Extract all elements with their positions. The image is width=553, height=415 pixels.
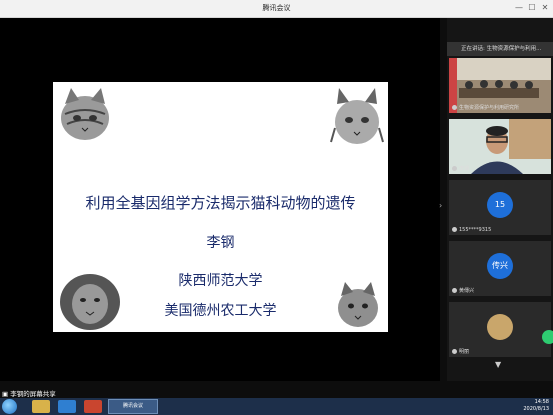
wildcat-image xyxy=(338,282,378,327)
start-menu-icon[interactable] xyxy=(2,399,17,414)
clock-date: 2020/8/13 xyxy=(523,406,549,412)
system-clock[interactable]: 14:58 2020/8/13 xyxy=(523,399,549,413)
mic-icon xyxy=(452,105,457,110)
tile-label: 李钢 xyxy=(459,166,470,172)
video-tile-room[interactable]: 生物资源保护与利用研究所 xyxy=(449,58,551,113)
taskbar-app-label: 腾讯会议 xyxy=(123,403,144,409)
share-status-label: 李钢的屏幕共享 xyxy=(10,390,56,398)
tile-label: 黄傳兴 xyxy=(459,288,475,294)
participants-panel: 正在讲话: 生物资源保护与利用... 生物资源保护与利用研究所 李钢 15 15… xyxy=(447,18,553,381)
participant-tile-3[interactable]: 明丽 xyxy=(449,302,551,357)
avatar: 传兴 xyxy=(487,253,513,279)
internet-explorer-icon[interactable] xyxy=(58,400,76,413)
file-explorer-icon[interactable] xyxy=(32,400,50,413)
avatar xyxy=(487,314,513,340)
presentation-slide: 利用全基因组学方法揭示猫科动物的遗传 李钢 陕西师范大学 美国德州农工大学 xyxy=(53,82,388,332)
participant-tile-1[interactable]: 15 155****9315 xyxy=(449,180,551,235)
lion-image xyxy=(60,274,120,330)
title-bar: 腾讯会议 — ☐ ✕ xyxy=(0,0,553,18)
collapse-panel-arrow-icon[interactable]: › xyxy=(439,201,442,210)
floating-action-icon[interactable] xyxy=(542,330,553,344)
tabby-cat-image xyxy=(61,88,109,140)
tile-label: 生物资源保护与利用研究所 xyxy=(459,105,520,111)
chrome-icon[interactable] xyxy=(84,400,102,413)
participant-tile-2[interactable]: 传兴 黄傳兴 xyxy=(449,241,551,296)
video-tile-speaker[interactable]: 李钢 xyxy=(449,119,551,174)
window-title: 腾讯会议 xyxy=(262,4,291,12)
mic-icon xyxy=(452,349,457,354)
scroll-down-icon[interactable]: ▼ xyxy=(495,360,501,369)
screen-share-status: ▣ 李钢的屏幕共享 xyxy=(2,388,56,398)
tile-label: 155****9315 xyxy=(459,227,492,233)
maximize-icon[interactable]: ☐ xyxy=(526,2,538,14)
screen-share-icon: ▣ xyxy=(2,390,9,398)
speaking-indicator: 正在讲话: 生物资源保护与利用... xyxy=(447,42,553,56)
taskbar-app-tencent-meeting[interactable]: 腾讯会议 xyxy=(108,399,158,414)
slide-author: 李钢 xyxy=(206,235,235,251)
lynx-image xyxy=(330,88,384,144)
clock-time: 14:58 xyxy=(534,399,549,405)
close-icon[interactable]: ✕ xyxy=(539,2,551,14)
shared-screen-area: 利用全基因组学方法揭示猫科动物的遗传 李钢 陕西师范大学 美国德州农工大学 xyxy=(0,18,440,381)
tile-label: 明丽 xyxy=(459,349,470,355)
mic-icon xyxy=(452,288,457,293)
mic-icon xyxy=(452,166,457,171)
minimize-icon[interactable]: — xyxy=(513,2,525,14)
avatar: 15 xyxy=(487,192,513,218)
windows-taskbar: 腾讯会议 14:58 2020/8/13 xyxy=(0,398,553,415)
slide-title: 利用全基因组学方法揭示猫科动物的遗传 xyxy=(85,194,356,212)
mic-icon xyxy=(452,227,457,232)
